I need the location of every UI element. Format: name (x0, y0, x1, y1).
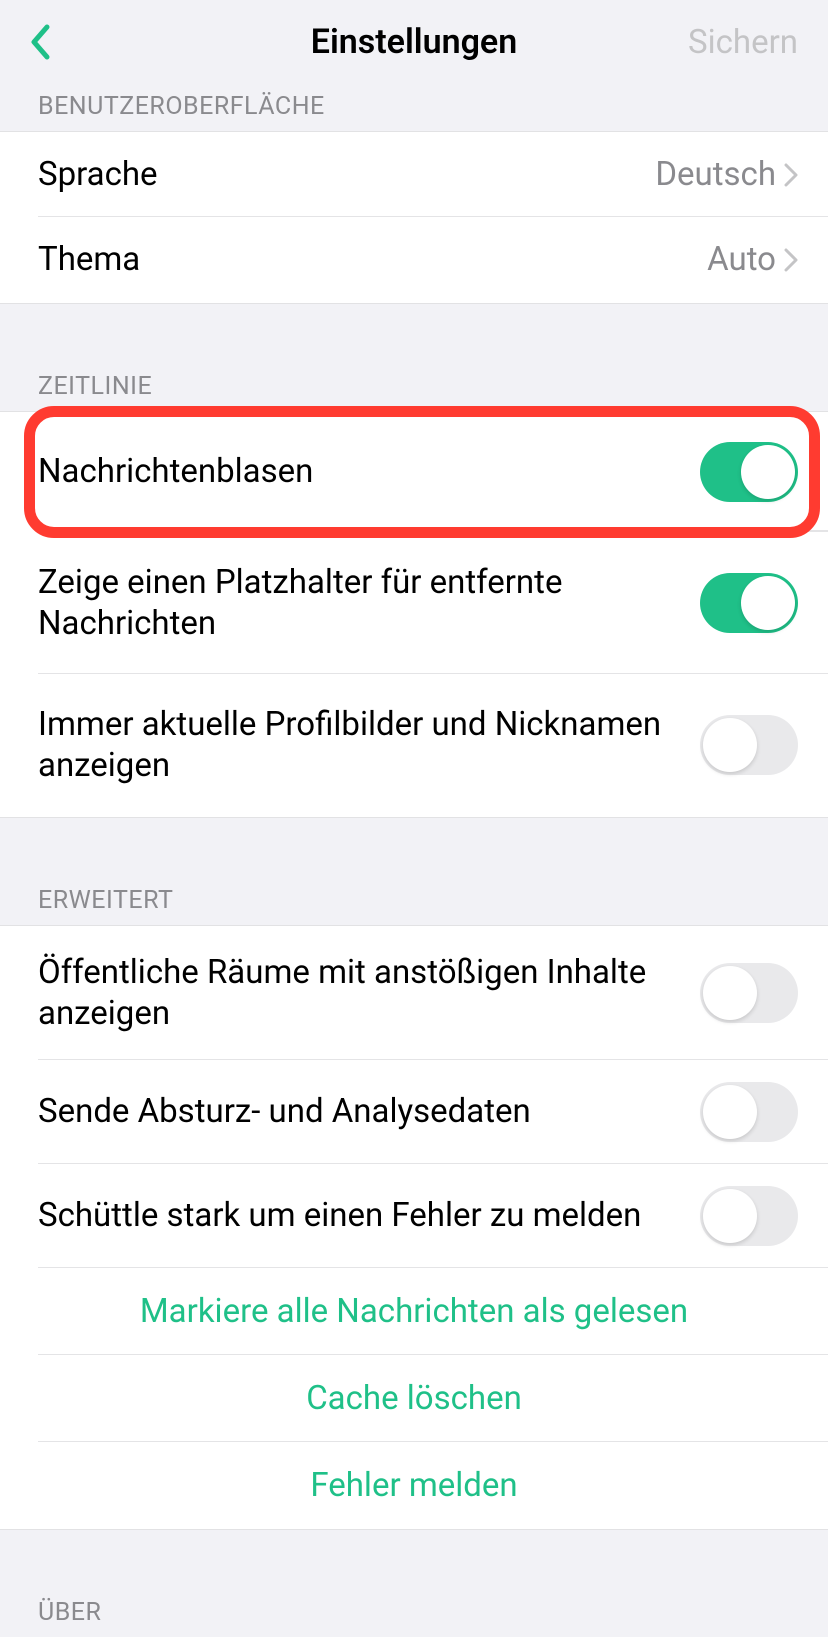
theme-value: Auto (707, 240, 776, 279)
save-button[interactable]: Sichern (688, 23, 798, 62)
crash-data-toggle[interactable] (700, 1082, 798, 1142)
back-button[interactable] (20, 22, 60, 62)
section-header-about: ÜBER (0, 1598, 828, 1637)
mark-read-button[interactable]: Markiere alle Nachrichten als gelesen (0, 1268, 828, 1355)
page-title: Einstellungen (311, 22, 517, 62)
public-rooms-row: Öffentliche Räume mit anstößigen Inhalte… (0, 926, 828, 1061)
language-row[interactable]: Sprache Deutsch (0, 132, 828, 217)
section-header-timeline: ZEITLINIE (0, 372, 828, 411)
theme-row[interactable]: Thema Auto (0, 217, 828, 302)
crash-data-label: Sende Absturz- und Analysedaten (38, 1091, 700, 1132)
shake-report-toggle[interactable] (700, 1186, 798, 1246)
placeholder-row: Zeige einen Platzhalter für entfernte Na… (0, 532, 828, 675)
current-profiles-row: Immer aktuelle Profilbilder und Nickname… (0, 674, 828, 817)
language-label: Sprache (38, 154, 655, 195)
message-bubbles-toggle[interactable] (700, 442, 798, 502)
toggle-knob (741, 576, 795, 630)
chevron-left-icon (29, 24, 51, 60)
toggle-knob (703, 1189, 757, 1243)
shake-report-row: Schüttle stark um einen Fehler zu melden (0, 1164, 828, 1268)
current-profiles-toggle[interactable] (700, 715, 798, 775)
chevron-right-icon (784, 248, 798, 272)
section-header-ui: BENUTZEROBERFLÄCHE (0, 84, 828, 131)
message-bubbles-row: Nachrichtenblasen (0, 412, 828, 532)
shake-report-label: Schüttle stark um einen Fehler zu melden (38, 1195, 700, 1236)
toggle-knob (741, 445, 795, 499)
list-timeline: Nachrichtenblasen Zeige einen Platzhalte… (0, 411, 828, 818)
language-value: Deutsch (655, 155, 776, 194)
current-profiles-label: Immer aktuelle Profilbilder und Nickname… (38, 704, 700, 787)
clear-cache-label: Cache löschen (306, 1379, 522, 1418)
theme-label: Thema (38, 239, 707, 280)
crash-data-row: Sende Absturz- und Analysedaten (0, 1060, 828, 1164)
placeholder-toggle[interactable] (700, 573, 798, 633)
report-bug-label: Fehler melden (310, 1466, 517, 1505)
public-rooms-toggle[interactable] (700, 963, 798, 1023)
toggle-knob (703, 966, 757, 1020)
toggle-knob (703, 1085, 757, 1139)
toggle-knob (703, 718, 757, 772)
placeholder-label: Zeige einen Platzhalter für entfernte Na… (38, 562, 700, 645)
public-rooms-label: Öffentliche Räume mit anstößigen Inhalte… (38, 952, 700, 1035)
chevron-right-icon (784, 163, 798, 187)
list-advanced: Öffentliche Räume mit anstößigen Inhalte… (0, 925, 828, 1531)
list-ui: Sprache Deutsch Thema Auto (0, 131, 828, 304)
section-header-advanced: ERWEITERT (0, 886, 828, 925)
header: Einstellungen Sichern (0, 0, 828, 84)
mark-read-label: Markiere alle Nachrichten als gelesen (140, 1292, 688, 1331)
clear-cache-button[interactable]: Cache löschen (0, 1355, 828, 1442)
report-bug-button[interactable]: Fehler melden (0, 1442, 828, 1529)
message-bubbles-label: Nachrichtenblasen (38, 451, 700, 492)
